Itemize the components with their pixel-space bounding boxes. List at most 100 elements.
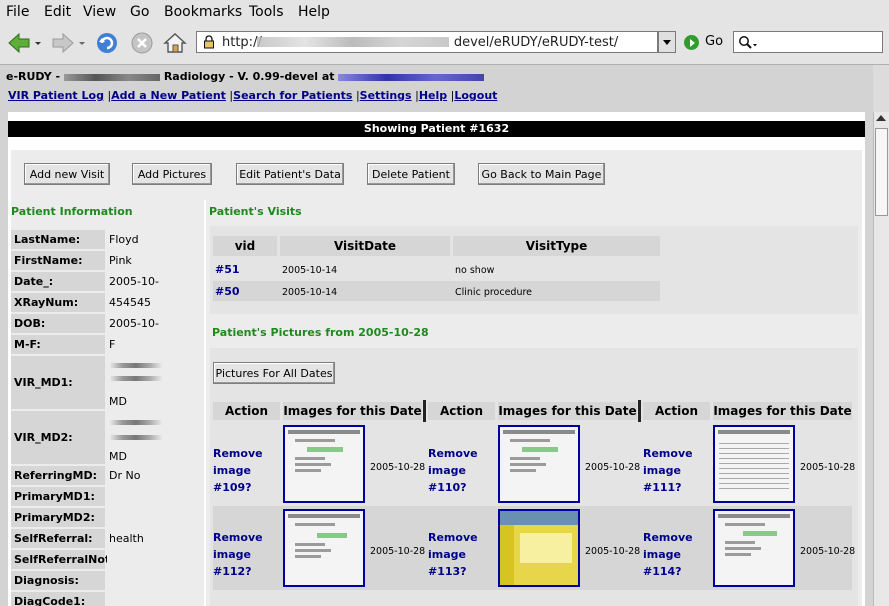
pictures-heading: Patient's Pictures from 2005-10-28: [212, 326, 429, 339]
remove-image-114-link[interactable]: Remove image #114?: [643, 529, 711, 580]
info-value: 454545: [107, 293, 165, 312]
info-value: [107, 571, 165, 590]
info-value: 2005-10-14: [107, 314, 165, 349]
scrollbar-thumb[interactable]: [875, 128, 888, 216]
visit-row-bg: [213, 281, 660, 301]
delete-patient-button[interactable]: Delete Patient: [367, 163, 455, 185]
add-visit-button[interactable]: Add new Visit: [24, 163, 110, 185]
remove-image-112-link[interactable]: Remove image #112?: [213, 529, 281, 580]
picture-date: 2005-10-28: [800, 546, 856, 557]
menu-file[interactable]: File: [6, 4, 29, 20]
info-value: [107, 592, 165, 606]
info-label: DOB:: [11, 314, 105, 333]
menu-help[interactable]: Help: [298, 4, 330, 20]
forward-history-chevron-icon[interactable]: [77, 30, 87, 56]
go-icon: [684, 35, 699, 50]
info-label: DiagCode1:: [11, 592, 105, 606]
nav-settings[interactable]: Settings: [360, 89, 412, 102]
page-viewport: e-RUDY - Radiology - V. 0.99-devel at VI…: [0, 65, 873, 606]
app-title: e-RUDY - Radiology - V. 0.99-devel at: [6, 70, 485, 83]
home-icon[interactable]: [162, 30, 188, 56]
info-label: Diagnosis:: [11, 571, 105, 590]
pictures-all-dates-button[interactable]: Pictures For All Dates: [213, 362, 335, 384]
pictures-col-images: Images for this Date: [283, 402, 422, 420]
back-main-button[interactable]: Go Back to Main Page: [478, 163, 605, 185]
redacted-name: [109, 435, 163, 440]
info-label: VIR_MD2:: [11, 411, 105, 464]
redacted-name: [109, 420, 163, 425]
info-value: 2005-10-14: [107, 272, 165, 307]
image-thumbnail-113[interactable]: [498, 509, 580, 587]
stop-icon[interactable]: [129, 30, 155, 56]
image-thumbnail-111[interactable]: [713, 425, 795, 503]
menu-go[interactable]: Go: [130, 4, 149, 20]
menu-bookmarks[interactable]: Bookmarks: [164, 4, 242, 20]
scroll-up-arrow-icon[interactable]: [876, 115, 886, 121]
remove-image-113-link[interactable]: Remove image #113?: [428, 529, 496, 580]
visit-type: Clinic procedure: [455, 287, 533, 298]
lock-icon: [204, 35, 214, 49]
search-icon: [739, 36, 757, 49]
info-value: health fair: [107, 529, 165, 564]
visits-heading: Patient's Visits: [209, 205, 302, 218]
menu-edit[interactable]: Edit: [44, 4, 71, 20]
info-label: XRayNum:: [11, 293, 105, 312]
info-label: ReferringMD:: [11, 466, 105, 485]
visits-table: vid VisitDate VisitType #51 2005-10-14 n…: [210, 226, 858, 314]
visits-col-date: VisitDate: [280, 236, 450, 256]
visit-link-51[interactable]: #51: [215, 263, 240, 276]
url-redaction: [257, 37, 449, 47]
menu-tools[interactable]: Tools: [249, 4, 284, 20]
search-input[interactable]: [733, 31, 883, 53]
remove-image-111-link[interactable]: Remove image #111?: [643, 445, 711, 496]
info-value: Floyd: [107, 230, 165, 249]
redacted-name: [109, 363, 163, 368]
pictures-col-action: Action: [428, 402, 495, 420]
nav-logout[interactable]: Logout: [454, 89, 497, 102]
info-value: [107, 550, 165, 569]
back-arrow-icon[interactable]: [6, 30, 32, 56]
info-label: M-F:: [11, 335, 105, 354]
visit-date: 2005-10-14: [282, 287, 338, 298]
remove-image-109-link[interactable]: Remove image #109?: [213, 445, 281, 496]
info-label: PrimaryMD2:: [11, 508, 105, 527]
url-field[interactable]: http://devel/eRUDY/eRUDY-test/: [196, 31, 658, 53]
visit-link-50[interactable]: #50: [215, 285, 240, 298]
pictures-col-images: Images for this Date: [713, 402, 852, 420]
image-thumbnail-112[interactable]: [283, 509, 365, 587]
nav-search-patients[interactable]: Search for Patients: [233, 89, 352, 102]
visits-panel: Patient's Visits vid VisitDate VisitType…: [206, 200, 862, 606]
forward-arrow-icon[interactable]: [50, 30, 76, 56]
back-history-chevron-icon[interactable]: [33, 30, 43, 56]
image-thumbnail-109[interactable]: [283, 425, 365, 503]
visits-col-type: VisitType: [453, 236, 660, 256]
pictures-col-images: Images for this Date: [498, 402, 637, 420]
nav-add-patient[interactable]: Add a New Patient: [111, 89, 226, 102]
nav-help[interactable]: Help: [419, 89, 447, 102]
image-thumbnail-110[interactable]: [498, 425, 580, 503]
picture-date: 2005-10-28: [370, 462, 426, 473]
edit-patient-button[interactable]: Edit Patient's Data: [236, 163, 344, 185]
info-label: LastName:: [11, 230, 105, 249]
image-thumbnail-114[interactable]: [713, 509, 795, 587]
add-pictures-button[interactable]: Add Pictures: [132, 163, 212, 185]
info-label: SelfReferral:: [11, 529, 105, 548]
info-value: F: [107, 335, 165, 354]
visit-type: no show: [455, 265, 495, 276]
info-label: Date_:: [11, 272, 105, 291]
menu-view[interactable]: View: [83, 4, 116, 20]
app-nav: VIR Patient Log |Add a New Patient |Sear…: [8, 89, 498, 102]
info-value: Pink: [107, 251, 165, 270]
info-value: [107, 487, 165, 506]
info-value: [107, 508, 165, 527]
picture-date: 2005-10-28: [370, 546, 426, 557]
nav-vir-patient-log[interactable]: VIR Patient Log: [8, 89, 104, 102]
menu-bar: File Edit View Go Bookmarks Tools Help: [0, 0, 889, 24]
host-redaction: [338, 73, 485, 81]
reload-icon[interactable]: [94, 30, 120, 56]
redacted-name: [109, 376, 163, 381]
url-history-dropdown[interactable]: [658, 31, 676, 53]
page-scrollbar[interactable]: [873, 112, 889, 606]
remove-image-110-link[interactable]: Remove image #110?: [428, 445, 496, 496]
info-value: Dr No: [107, 466, 165, 485]
